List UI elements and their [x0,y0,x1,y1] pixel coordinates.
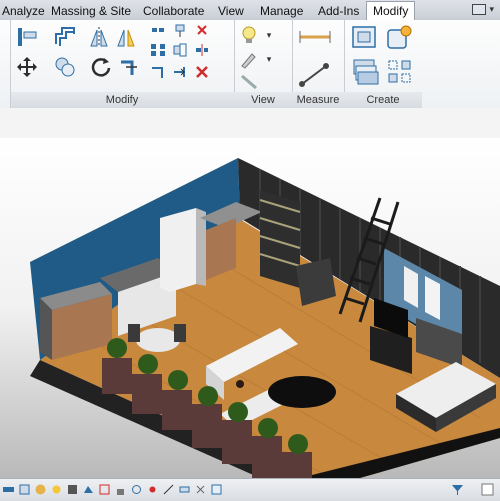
3d-room-model[interactable] [0,138,500,478]
analytical-model-icon[interactable] [162,483,175,496]
refrigerator [160,208,196,292]
tab-view[interactable]: View [212,2,250,20]
create-similar-icon[interactable] [384,24,414,52]
temporary-hide-icon[interactable] [130,483,143,496]
array-icon[interactable] [150,42,166,58]
tab-collaborate[interactable]: Collaborate [137,2,210,20]
split-element-icon[interactable] [150,22,166,38]
render-icon[interactable] [82,483,95,496]
modify-panel-title: Modify [10,92,234,108]
offset-icon[interactable] [54,26,76,48]
extend-icon[interactable] [172,64,188,80]
reveal-constraints-icon[interactable] [194,483,207,496]
3d-viewport[interactable] [0,138,500,478]
worksharing-icon[interactable] [210,483,223,496]
create-panel: Create [344,20,422,108]
mirror-draw-axis-icon[interactable] [115,26,137,48]
create-panel-title: Create [344,92,422,108]
tab-modify[interactable]: Modify [366,1,416,21]
create-assembly-icon[interactable] [350,24,380,52]
unpin-icon[interactable] [194,22,210,38]
dining-table [136,328,180,352]
measure-along-element-icon[interactable] [296,60,334,90]
scale-icon[interactable] [172,42,188,58]
chevron-down-icon[interactable]: ▾ [489,4,494,14]
chevron-down-icon[interactable]: ▾ [262,48,276,70]
create-parts-icon[interactable] [350,56,380,86]
sun-path-icon[interactable] [50,483,63,496]
visual-style-icon[interactable] [34,483,47,496]
shelving-unit [260,190,300,288]
measure-panel-title: Measure [292,92,344,108]
ribbon: Modify ▾ ▾ View Measure Create [0,20,500,109]
person-figure [236,380,244,388]
filter-icon[interactable] [451,483,464,496]
quick-access-toolbar[interactable]: ▾ [472,3,494,15]
mirror-pick-axis-icon[interactable] [88,26,110,48]
linework-icon[interactable] [238,70,260,92]
rotate-icon[interactable] [90,56,112,78]
dining-chair [128,324,140,342]
align-icon[interactable] [16,26,38,48]
ribbon-left-edge [0,20,11,108]
chevron-down-icon[interactable]: ▾ [262,24,276,46]
pin-icon[interactable] [172,22,188,38]
trim-extend-icon[interactable] [118,56,140,78]
trim-multiple-icon[interactable] [150,64,166,80]
create-group-icon[interactable] [386,58,414,86]
view-panel: ▾ ▾ View [234,20,293,108]
copy-icon[interactable] [54,56,76,78]
tab-analyze[interactable]: Analyze [0,2,51,20]
lock-view-icon[interactable] [114,483,127,496]
move-icon[interactable] [16,56,38,78]
paintbrush-icon[interactable] [238,48,260,70]
delete-icon[interactable] [194,64,210,80]
view-control-bar [0,478,500,501]
tab-massing-site[interactable]: Massing & Site [45,2,137,20]
highlight-displacement-icon[interactable] [178,483,191,496]
scale-icon[interactable] [2,483,15,496]
lightbulb-icon[interactable] [238,24,260,46]
close-hidden-icon[interactable] [481,483,494,496]
tab-manage[interactable]: Manage [254,2,309,20]
reveal-hidden-icon[interactable] [146,483,159,496]
dining-chair [174,324,186,342]
modify-panel: Modify [10,20,235,108]
shadows-icon[interactable] [66,483,79,496]
crop-icon[interactable] [98,483,111,496]
view-gap [0,108,500,138]
tab-add-ins[interactable]: Add-Ins [312,2,365,20]
window-icon[interactable] [472,3,487,15]
measure-panel: Measure [292,20,345,108]
split-with-gap-icon[interactable] [194,42,210,58]
ribbon-tab-bar: Analyze Massing & Site Collaborate View … [0,0,500,21]
detail-level-icon[interactable] [18,483,31,496]
measure-between-references-icon[interactable] [298,26,332,48]
view-panel-title: View [234,92,292,108]
coffee-table [268,376,336,408]
